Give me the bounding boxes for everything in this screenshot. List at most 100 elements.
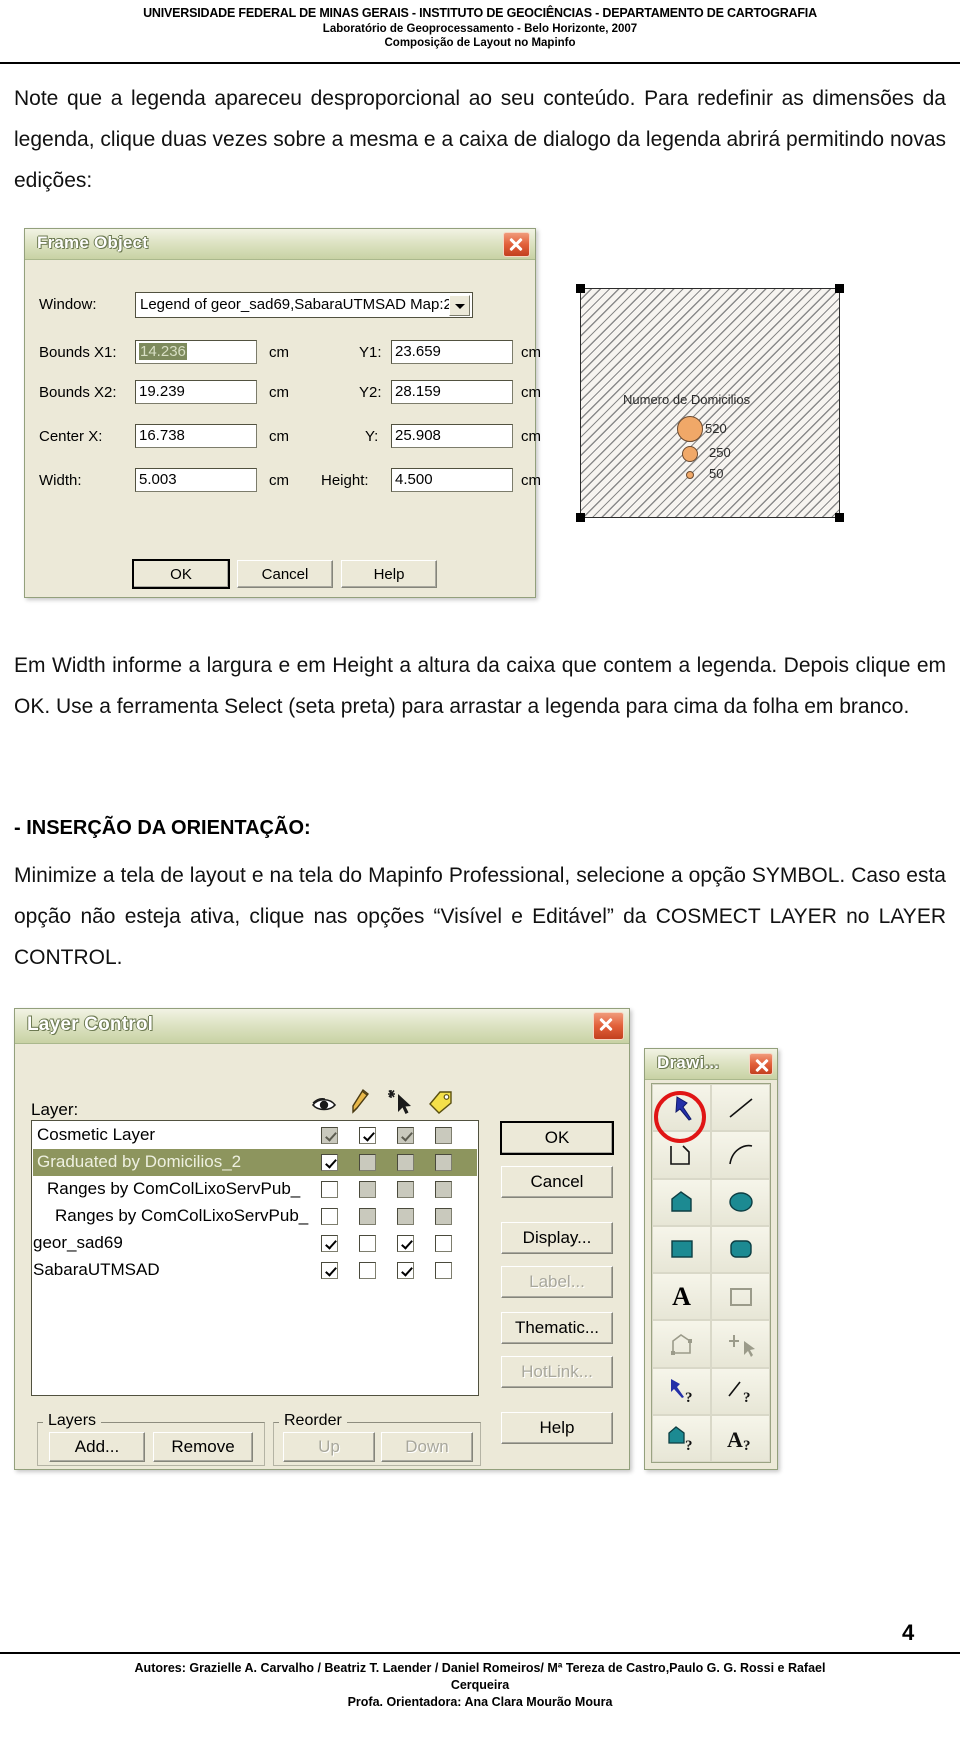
ellipse-icon[interactable] [711, 1178, 770, 1226]
bounds-x2-input[interactable]: 19.239 [135, 380, 257, 404]
layer-labeled-checkbox[interactable] [435, 1181, 452, 1198]
layer-name: Ranges by ComColLixoServPub_ [47, 1179, 301, 1198]
layer-name: Ranges by ComColLixoServPub_ [55, 1206, 309, 1225]
region-style-icon[interactable]: ? [652, 1414, 711, 1462]
help-button[interactable]: Help [341, 560, 437, 588]
symbol-pin-icon[interactable] [652, 1084, 711, 1132]
arc-icon[interactable] [711, 1131, 770, 1179]
layer-labeled-checkbox[interactable] [435, 1208, 452, 1225]
layer-selectable-checkbox[interactable] [397, 1181, 414, 1198]
layer-visible-checkbox[interactable] [321, 1262, 338, 1279]
drawing-toolbar-titlebar[interactable]: Drawi... [645, 1049, 777, 1080]
close-icon[interactable] [593, 1012, 624, 1040]
layer-control-titlebar[interactable]: Layer Control [15, 1009, 629, 1044]
ok-button[interactable]: OK [132, 559, 230, 589]
header-lab: Laboratório de Geoprocessamento - Belo H… [322, 23, 638, 35]
down-button: Down [381, 1432, 473, 1462]
table-row[interactable]: geor_sad69 [33, 1230, 477, 1257]
text-icon[interactable]: A [652, 1273, 711, 1321]
layer-labeled-checkbox[interactable] [435, 1235, 452, 1252]
polyline-icon[interactable] [652, 1131, 711, 1179]
thematic-button[interactable]: Thematic... [501, 1312, 613, 1344]
y2-label: Y2: [359, 384, 382, 401]
cancel-button[interactable]: Cancel [501, 1166, 613, 1198]
center-y-input[interactable]: 25.908 [391, 424, 513, 448]
frame-icon[interactable] [711, 1273, 770, 1321]
layer-editable-checkbox[interactable] [359, 1181, 376, 1198]
layer-labeled-checkbox[interactable] [435, 1262, 452, 1279]
table-row[interactable]: Graduated by Domicilios_2 [33, 1149, 477, 1176]
layer-editable-checkbox[interactable] [359, 1127, 376, 1144]
line-icon[interactable] [711, 1084, 770, 1132]
layer-control-dialog[interactable]: Layer Control Layer: Cosmetic Layer Grad… [14, 1008, 630, 1470]
legend-value-1: 520 [705, 421, 727, 436]
document-header: UNIVERSIDADE FEDERAL DE MINAS GERAIS - I… [0, 0, 960, 64]
layer-editable-checkbox[interactable] [359, 1154, 376, 1171]
center-x-input[interactable]: 16.738 [135, 424, 257, 448]
layer-labeled-checkbox[interactable] [435, 1127, 452, 1144]
chevron-down-icon[interactable] [449, 295, 470, 316]
drawing-toolbar-window[interactable]: Drawi... A ? ? ? A ? [644, 1048, 778, 1470]
resize-handle-bottom-left[interactable] [576, 513, 585, 522]
layer-selectable-checkbox[interactable] [397, 1127, 414, 1144]
bounds-x1-unit: cm [269, 344, 289, 361]
table-row[interactable]: Ranges by ComColLixoServPub_ [33, 1176, 477, 1203]
hotlink-button: HotLink... [501, 1356, 613, 1388]
table-row[interactable]: Ranges by ComColLixoServPub_ [33, 1203, 477, 1230]
layer-visible-checkbox[interactable] [321, 1208, 338, 1225]
window-combobox[interactable]: Legend of geor_sad69,SabaraUTMSAD Map:2 [135, 292, 473, 318]
width-unit: cm [269, 472, 289, 489]
help-button[interactable]: Help [501, 1412, 613, 1444]
symbol-style-icon[interactable]: ? [652, 1367, 711, 1415]
text-style-icon[interactable]: A ? [711, 1414, 770, 1462]
polygon-icon[interactable] [652, 1178, 711, 1226]
ok-button[interactable]: OK [500, 1121, 614, 1155]
resize-handle-top-right[interactable] [835, 284, 844, 293]
layer-visible-checkbox[interactable] [321, 1154, 338, 1171]
add-point-icon[interactable] [711, 1320, 770, 1368]
cancel-button[interactable]: Cancel [237, 560, 333, 588]
layer-selectable-checkbox[interactable] [397, 1208, 414, 1225]
y1-input[interactable]: 23.659 [391, 340, 513, 364]
width-input[interactable]: 5.003 [135, 468, 257, 492]
close-icon[interactable] [503, 232, 530, 257]
close-icon[interactable] [749, 1053, 773, 1075]
layer-selectable-checkbox[interactable] [397, 1154, 414, 1171]
layer-selectable-checkbox[interactable] [397, 1235, 414, 1252]
frame-object-title: Frame Object [37, 233, 149, 252]
line-style-icon[interactable]: ? [711, 1367, 770, 1415]
display-button[interactable]: Display... [501, 1222, 613, 1254]
legend-value-3: 50 [709, 466, 724, 481]
layer-selectable-checkbox[interactable] [397, 1262, 414, 1279]
height-input[interactable]: 4.500 [391, 468, 513, 492]
table-row[interactable]: SabaraUTMSAD [33, 1257, 477, 1284]
bounds-x1-input[interactable]: 14.236 [135, 340, 257, 364]
add-button[interactable]: Add... [49, 1432, 145, 1462]
rounded-rectangle-icon[interactable] [711, 1225, 770, 1273]
layers-group-label: Layers [43, 1412, 102, 1430]
layer-visible-checkbox[interactable] [321, 1181, 338, 1198]
frame-object-titlebar[interactable]: Frame Object [25, 229, 535, 260]
layer-editable-checkbox[interactable] [359, 1208, 376, 1225]
resize-handle-bottom-right[interactable] [835, 513, 844, 522]
resize-handle-top-left[interactable] [576, 284, 585, 293]
rectangle-icon[interactable] [652, 1225, 711, 1273]
frame-object-dialog[interactable]: Frame Object Window: Legend of geor_sad6… [24, 228, 541, 598]
center-y-unit: cm [521, 428, 541, 445]
remove-button[interactable]: Remove [153, 1432, 253, 1462]
add-node-icon[interactable] [652, 1320, 711, 1368]
eye-icon [311, 1090, 337, 1116]
layer-visible-checkbox[interactable] [321, 1127, 338, 1144]
paragraph-2: Em Width informe a largura e em Height a… [14, 654, 946, 718]
drawing-tool-grid[interactable]: A ? ? ? A ? [651, 1083, 771, 1463]
bounds-x2-label: Bounds X2: [39, 384, 117, 401]
layer-labeled-checkbox[interactable] [435, 1154, 452, 1171]
y2-input[interactable]: 28.159 [391, 380, 513, 404]
layer-editable-checkbox[interactable] [359, 1235, 376, 1252]
table-row[interactable]: Cosmetic Layer [33, 1122, 477, 1149]
layer-rows: Cosmetic Layer Graduated by Domicilios_2… [33, 1122, 477, 1284]
legend-preview-frame[interactable]: Numero de Domicilios 520 250 50 [576, 284, 844, 522]
up-button: Up [283, 1432, 375, 1462]
layer-visible-checkbox[interactable] [321, 1235, 338, 1252]
layer-editable-checkbox[interactable] [359, 1262, 376, 1279]
